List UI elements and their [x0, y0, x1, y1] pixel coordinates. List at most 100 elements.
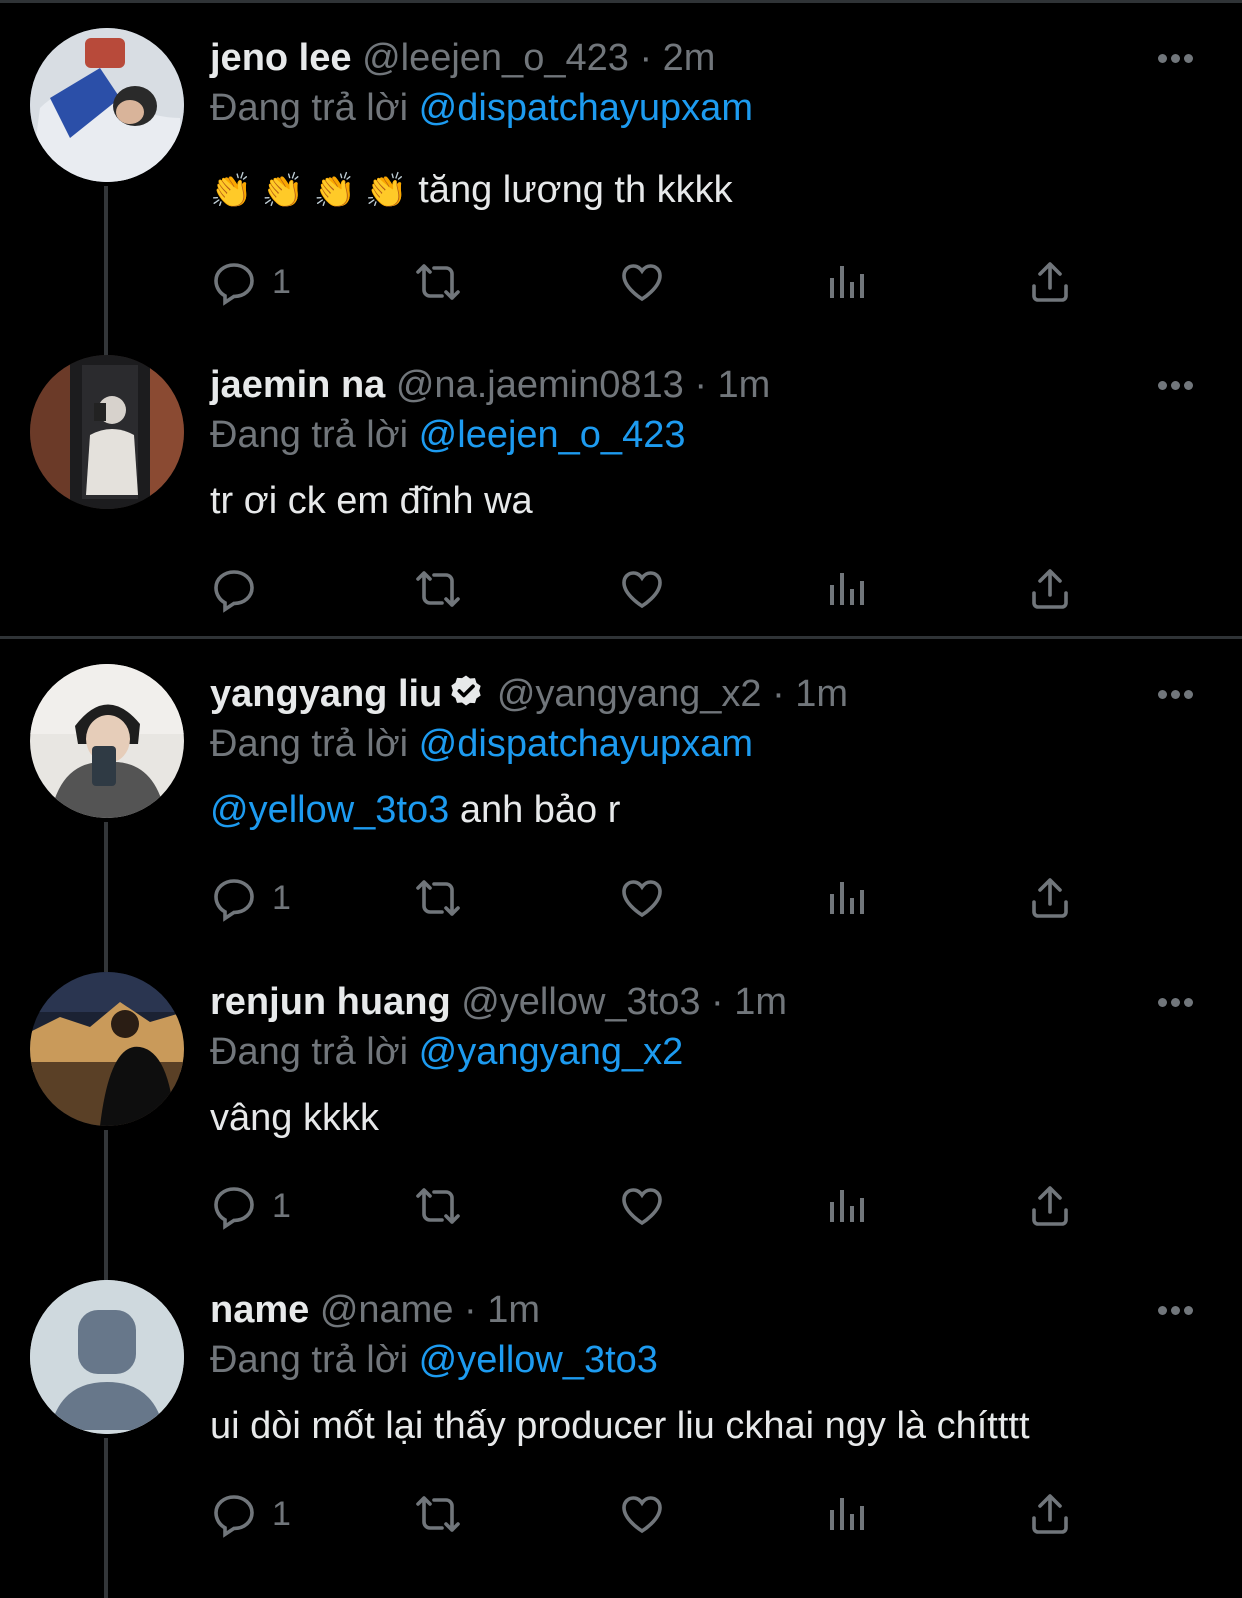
avatar[interactable]: [30, 28, 184, 182]
replying-to: Đang trả lời @leejen_o_423: [210, 407, 685, 463]
more-icon[interactable]: [1158, 1302, 1198, 1318]
username[interactable]: @leejen_o_423: [362, 37, 629, 79]
reply-button[interactable]: 1: [210, 254, 291, 310]
views-icon: [830, 266, 864, 298]
avatar[interactable]: [30, 972, 184, 1126]
views-icon: [830, 573, 864, 605]
tweet-text: vâng kkkk: [210, 1090, 379, 1146]
like-button[interactable]: [618, 1178, 666, 1234]
share-button[interactable]: [1026, 254, 1074, 310]
replying-to-mention[interactable]: @dispatchayupxam: [419, 87, 753, 129]
tweet-actions: 1: [210, 254, 1090, 310]
avatar[interactable]: [30, 664, 184, 818]
thread-divider: [0, 636, 1242, 639]
retweet-button[interactable]: [414, 1178, 462, 1234]
timestamp[interactable]: 1m: [734, 981, 787, 1023]
display-name[interactable]: jeno lee: [210, 37, 352, 79]
display-name[interactable]: yangyang liu: [210, 673, 442, 715]
timestamp[interactable]: 1m: [795, 673, 848, 715]
tweet-header: renjun huang @yellow_3to3 · 1m: [210, 972, 787, 1032]
reply-count: 1: [272, 878, 291, 917]
display-name[interactable]: jaemin na: [210, 364, 385, 406]
replying-to: Đang trả lời @dispatchayupxam: [210, 716, 753, 772]
replying-to-mention[interactable]: @yangyang_x2: [419, 1031, 684, 1073]
replying-to-mention[interactable]: @leejen_o_423: [419, 414, 686, 456]
username[interactable]: @name: [320, 1289, 454, 1331]
timestamp[interactable]: 1m: [718, 364, 771, 406]
reply-button[interactable]: [210, 561, 272, 617]
views-button[interactable]: [822, 254, 870, 310]
reply-count: 1: [272, 262, 291, 301]
reply-button[interactable]: 1: [210, 870, 291, 926]
more-icon[interactable]: [1158, 994, 1198, 1010]
timestamp[interactable]: 1m: [487, 1289, 540, 1331]
avatar-photo: [30, 355, 184, 509]
body-mention[interactable]: @yellow_3to3: [210, 789, 449, 831]
like-button[interactable]: [618, 1486, 666, 1542]
separator-dot: ·: [639, 37, 653, 79]
views-button[interactable]: [822, 561, 870, 617]
heart-icon: [622, 880, 662, 918]
views-button[interactable]: [822, 1486, 870, 1542]
views-icon: [830, 882, 864, 914]
tweet-actions: [210, 561, 1090, 617]
views-button[interactable]: [822, 1178, 870, 1234]
retweet-icon: [416, 1496, 460, 1532]
username[interactable]: @na.jaemin0813: [396, 364, 684, 406]
reply-button[interactable]: 1: [210, 1486, 291, 1542]
avatar[interactable]: [30, 355, 184, 509]
default-profile-icon: [30, 1280, 184, 1434]
thread-line: [104, 822, 108, 972]
heart-icon: [622, 264, 662, 302]
replying-to-mention[interactable]: @yellow_3to3: [419, 1339, 658, 1381]
tweet-text: @yellow_3to3 anh bảo r: [210, 782, 620, 838]
tweet-header: name @name · 1m: [210, 1280, 540, 1340]
replying-to: Đang trả lời @yangyang_x2: [210, 1024, 683, 1080]
separator-dot: ·: [711, 981, 724, 1023]
like-button[interactable]: [618, 561, 666, 617]
tweet-body-text: ui dòi mốt lại thấy producer liu ckhai n…: [210, 1405, 1030, 1447]
verified-badge-icon: [451, 675, 481, 706]
share-button[interactable]: [1026, 561, 1074, 617]
timestamp[interactable]: 2m: [663, 37, 716, 79]
default-avatar[interactable]: [30, 1280, 184, 1434]
replying-to: Đang trả lời @dispatchayupxam: [210, 80, 753, 136]
share-button[interactable]: [1026, 1178, 1074, 1234]
share-button[interactable]: [1026, 1486, 1074, 1542]
retweet-button[interactable]: [414, 870, 462, 926]
replying-to-label: Đang trả lời: [210, 723, 409, 765]
reply-count: 1: [272, 1186, 291, 1225]
like-button[interactable]: [618, 870, 666, 926]
retweet-button[interactable]: [414, 561, 462, 617]
reply-button[interactable]: 1: [210, 1178, 291, 1234]
display-name[interactable]: name: [210, 1289, 309, 1331]
thread-line: [104, 186, 108, 366]
tweet-actions: 1: [210, 1178, 1090, 1234]
replying-to-mention[interactable]: @dispatchayupxam: [419, 723, 753, 765]
heart-icon: [622, 1188, 662, 1226]
replying-to-label: Đang trả lời: [210, 87, 409, 129]
username[interactable]: @yangyang_x2: [497, 673, 762, 715]
share-icon: [1032, 1186, 1068, 1226]
tweet-text: tr ơi ck em đĩnh wa: [210, 473, 533, 529]
tweet-header: jaemin na @na.jaemin0813 · 1m: [210, 355, 770, 415]
display-name[interactable]: renjun huang: [210, 981, 451, 1023]
views-button[interactable]: [822, 870, 870, 926]
username[interactable]: @yellow_3to3: [461, 981, 700, 1023]
like-button[interactable]: [618, 254, 666, 310]
retweet-button[interactable]: [414, 254, 462, 310]
top-divider: [0, 0, 1242, 3]
replying-to-label: Đang trả lời: [210, 1339, 409, 1381]
share-button[interactable]: [1026, 870, 1074, 926]
tweet-body-text: anh bảo r: [459, 789, 621, 831]
share-icon: [1032, 878, 1068, 918]
more-icon[interactable]: [1158, 50, 1198, 66]
retweet-button[interactable]: [414, 1486, 462, 1542]
reply-icon: [214, 263, 254, 306]
separator-dot: ·: [772, 673, 785, 715]
more-icon[interactable]: [1158, 686, 1198, 702]
more-icon[interactable]: [1158, 377, 1198, 393]
retweet-icon: [416, 264, 460, 300]
tweet-actions: 1: [210, 870, 1090, 926]
tweet-actions: 1: [210, 1486, 1090, 1542]
